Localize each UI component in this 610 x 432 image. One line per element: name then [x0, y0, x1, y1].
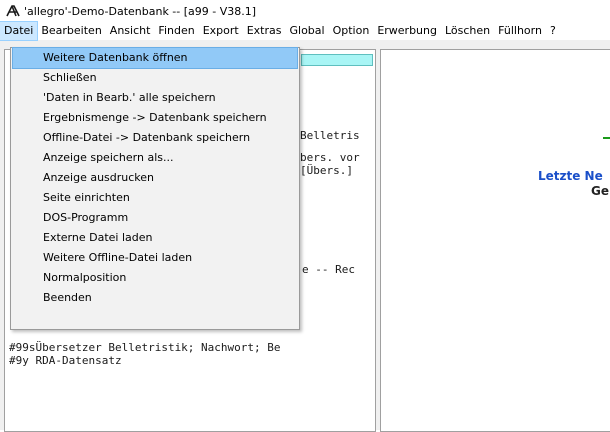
menu-global[interactable]: Global [286, 22, 329, 40]
menu-export[interactable]: Export [199, 22, 243, 40]
menu-option[interactable]: Option [329, 22, 374, 40]
news-subheading: Ge [591, 184, 609, 198]
display-pane[interactable]: Letzte Ne Ge [380, 49, 610, 432]
green-marker [603, 137, 610, 139]
menu-item-anzeige-speichern-als[interactable]: Anzeige speichern als... [13, 148, 297, 168]
menu-item-externe-datei-laden[interactable]: Externe Datei laden [13, 228, 297, 248]
menu-help[interactable]: ? [546, 22, 560, 40]
menu-item-weitere-datenbank-oeffnen[interactable]: Weitere Datenbank öffnen [12, 47, 298, 69]
menu-item-normalposition[interactable]: Normalposition [13, 268, 297, 288]
menu-item-anzeige-ausdrucken[interactable]: Anzeige ausdrucken [13, 168, 297, 188]
menu-finden[interactable]: Finden [154, 22, 198, 40]
menu-item-weitere-offline-datei-laden[interactable]: Weitere Offline-Datei laden [13, 248, 297, 268]
record-fragment: e -- Rec [302, 263, 355, 276]
menubar: Datei Bearbeiten Ansicht Finden Export E… [0, 21, 610, 41]
news-heading: Letzte Ne [538, 169, 603, 183]
window-title: 'allegro'-Demo-Datenbank -- [a99 - V38.1… [24, 4, 257, 18]
menu-datei[interactable]: Datei [0, 21, 39, 41]
record-line: #9y RDA-Datensatz [9, 354, 122, 367]
menu-item-offline-datei-speichern[interactable]: Offline-Datei -> Datenbank speichern [13, 128, 297, 148]
allegro-logo-icon [6, 4, 20, 18]
menu-extras[interactable]: Extras [243, 22, 286, 40]
datei-menu-dropdown: Weitere Datenbank öffnen Schließen 'Date… [10, 47, 300, 330]
menu-item-schliessen[interactable]: Schließen [13, 68, 297, 88]
title-bar: 'allegro'-Demo-Datenbank -- [a99 - V38.1… [0, 0, 610, 22]
record-fragment: Belletris [300, 129, 360, 142]
menu-ansicht[interactable]: Ansicht [106, 22, 155, 40]
menu-item-dos-programm[interactable]: DOS-Programm [13, 208, 297, 228]
menu-item-beenden[interactable]: Beenden [13, 288, 297, 308]
menu-fuellhorn[interactable]: Füllhorn [494, 22, 546, 40]
menu-item-daten-alle-speichern[interactable]: 'Daten in Bearb.' alle speichern [13, 88, 297, 108]
menu-loeschen[interactable]: Löschen [441, 22, 494, 40]
index-strip[interactable] [301, 54, 373, 66]
record-fragment: [Übers.] [300, 164, 353, 177]
menu-erwerbung[interactable]: Erwerbung [373, 22, 441, 40]
menu-bearbeiten[interactable]: Bearbeiten [37, 22, 105, 40]
record-fragment: bers. vor [300, 151, 360, 164]
menu-item-ergebnismenge-speichern[interactable]: Ergebnismenge -> Datenbank speichern [13, 108, 297, 128]
menu-item-seite-einrichten[interactable]: Seite einrichten [13, 188, 297, 208]
record-line: #99sÜbersetzer Belletristik; Nachwort; B… [9, 341, 281, 354]
